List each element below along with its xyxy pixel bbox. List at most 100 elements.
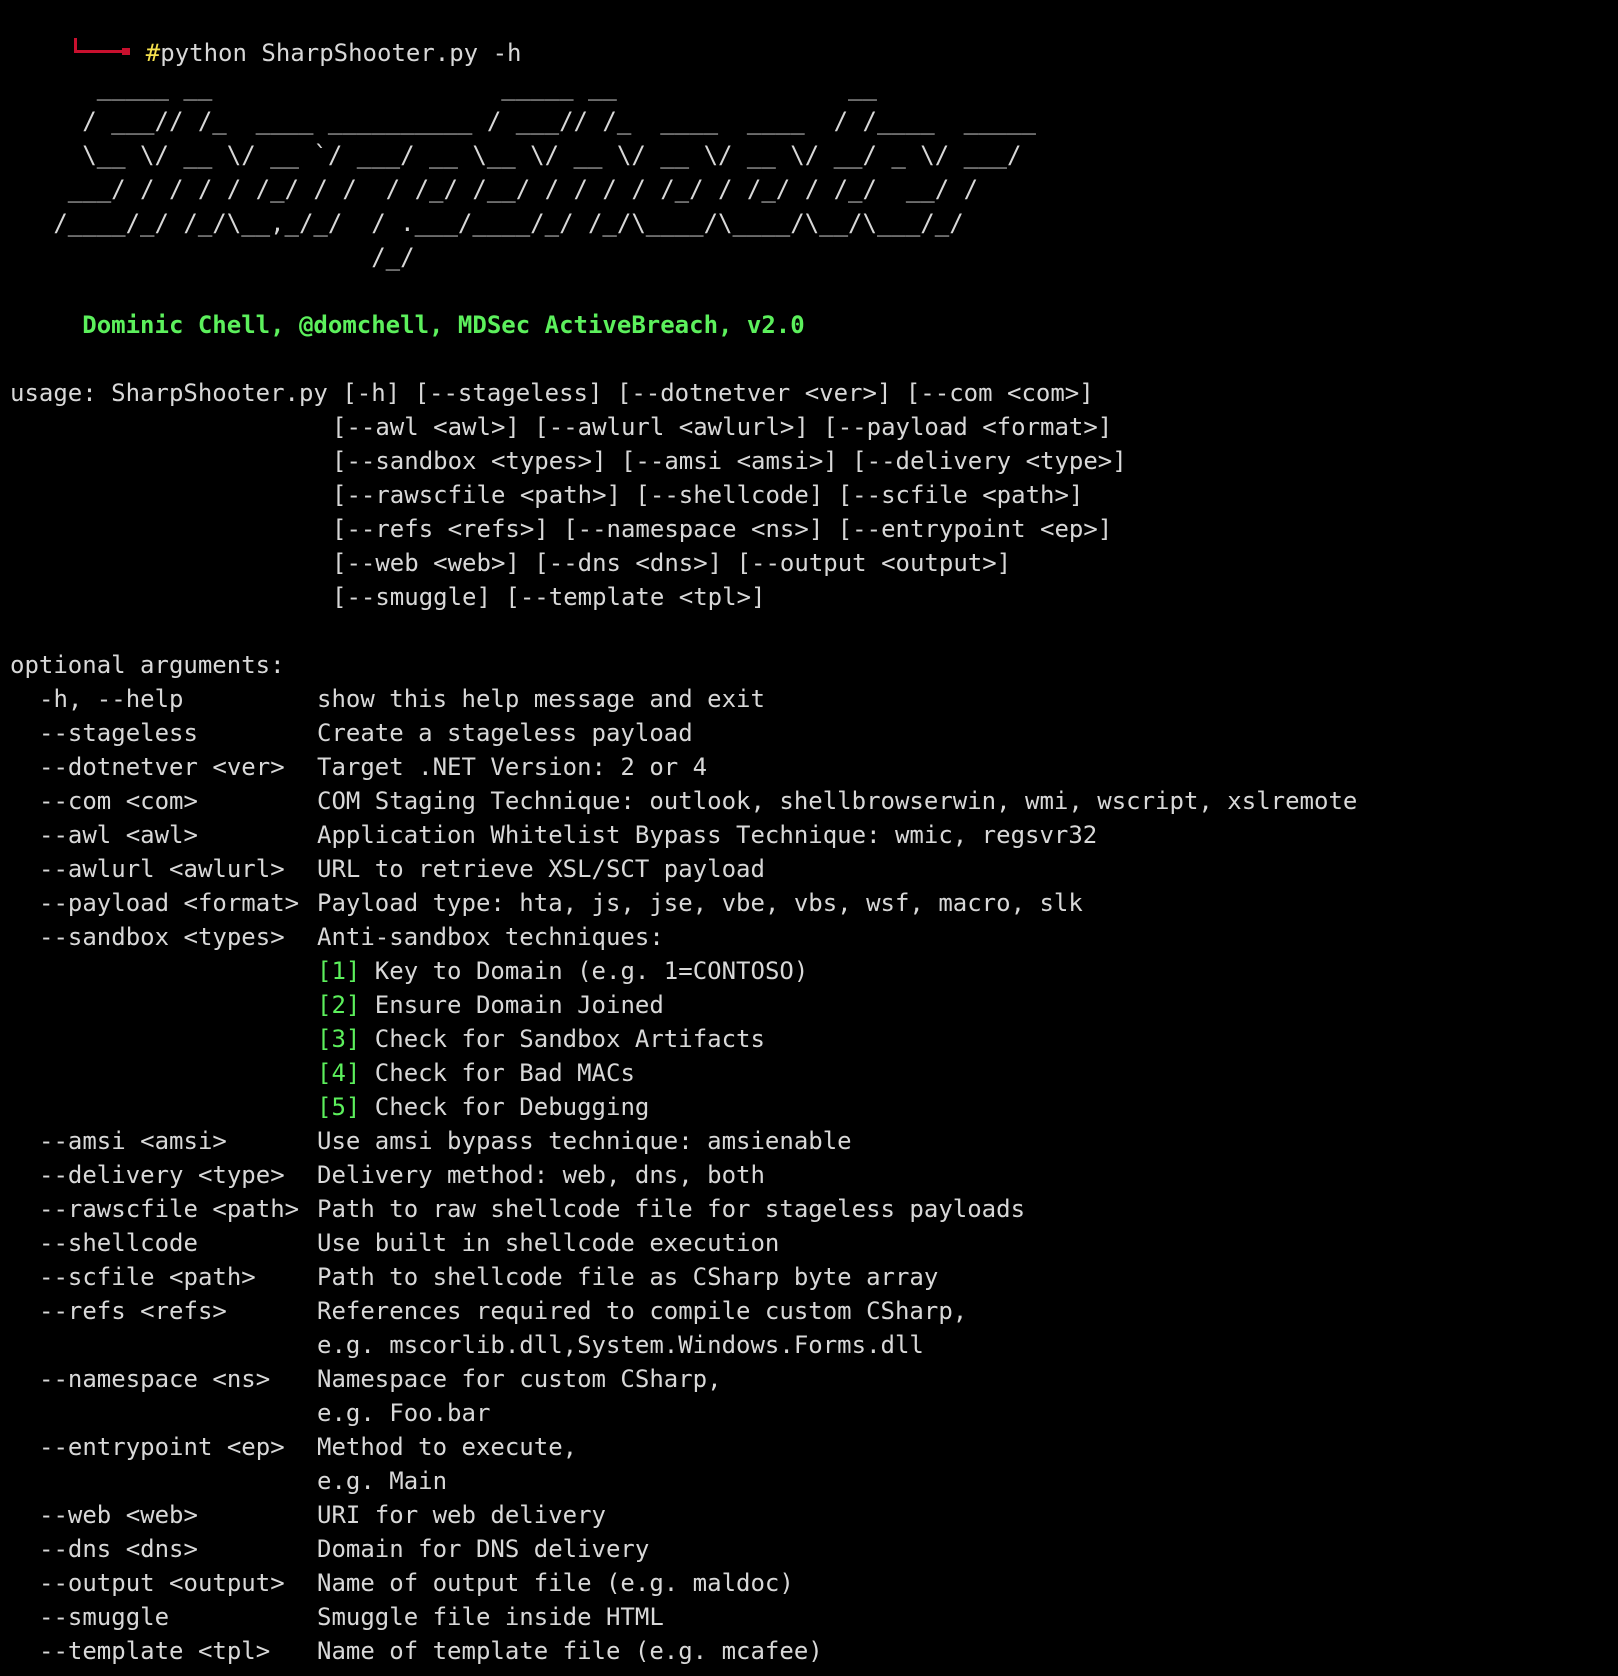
- sandbox-technique: [1] Key to Domain (e.g. 1=CONTOSO): [10, 954, 1618, 988]
- sandbox-technique-text: Key to Domain (e.g. 1=CONTOSO): [360, 957, 809, 985]
- option-flag: --awl <awl>: [39, 821, 198, 849]
- option-description: Path to raw shellcode file for stageless…: [317, 1195, 1026, 1223]
- sandbox-technique-number: [3]: [317, 1025, 361, 1053]
- options-list: -h, --help show this help message and exi…: [10, 682, 1618, 1668]
- sandbox-technique-text: Check for Bad MACs: [360, 1059, 635, 1087]
- banner-line: _____ __ _____ __ __: [10, 73, 877, 101]
- command-prompt-line: #python SharpShooter.py -h: [10, 2, 1618, 67]
- sandbox-technique: [3] Check for Sandbox Artifacts: [10, 1022, 1618, 1056]
- option-flag: --payload <format>: [39, 889, 300, 917]
- option-flag: --stageless: [39, 719, 198, 747]
- command-text: python SharpShooter.py -h: [160, 39, 522, 67]
- option-flag: --entrypoint <ep>: [39, 1433, 285, 1461]
- option-rawscfile: --rawscfile <path> Path to raw shellcode …: [10, 1192, 1618, 1226]
- ascii-banner: _____ __ _____ __ __ / ___// /_ ____ ___…: [10, 70, 1618, 274]
- option-dotnetver: --dotnetver <ver> Target .NET Version: 2 …: [10, 750, 1618, 784]
- option-description: Domain for DNS delivery: [317, 1535, 650, 1563]
- author-credit: Dominic Chell, @domchell, MDSec ActiveBr…: [10, 311, 805, 339]
- sandbox-technique-text: Ensure Domain Joined: [360, 991, 664, 1019]
- option-dns: --dns <dns> Domain for DNS delivery: [10, 1532, 1618, 1566]
- option-flag: --template <tpl>: [39, 1637, 271, 1665]
- option-description: Use amsi bypass technique: amsienable: [317, 1127, 852, 1155]
- option-awl: --awl <awl> Application Whitelist Bypass …: [10, 818, 1618, 852]
- option-awlurl: --awlurl <awlurl> URL to retrieve XSL/SCT…: [10, 852, 1618, 886]
- banner-line: / ___// /_ ____ __________ / ___// /_ __…: [10, 107, 1036, 135]
- option-description: Name of output file (e.g. maldoc): [317, 1569, 794, 1597]
- option-flag: --delivery <type>: [39, 1161, 285, 1189]
- option-description: Path to shellcode file as CSharp byte ar…: [317, 1263, 939, 1291]
- sandbox-technique: [5] Check for Debugging: [10, 1090, 1618, 1124]
- option-smuggle: --smuggle Smuggle file inside HTML: [10, 1600, 1618, 1634]
- prompt-hash: #: [145, 39, 161, 67]
- option-description: Method to execute,: [317, 1433, 578, 1461]
- banner-line: ___/ / / / / /_/ / / / /_/ /__/ / / / / …: [10, 175, 979, 203]
- option-template: --template <tpl> Name of template file (e…: [10, 1634, 1618, 1668]
- usage-continuation: [--refs <refs>] [--namespace <ns>] [--en…: [332, 515, 1113, 543]
- usage-continuation: [--sandbox <types>] [--amsi <amsi>] [--d…: [332, 447, 1127, 475]
- option-description: Anti-sandbox techniques:: [317, 923, 664, 951]
- option-stageless: --stageless Create a stageless payload: [10, 716, 1618, 750]
- sandbox-technique-text: Check for Sandbox Artifacts: [360, 1025, 765, 1053]
- option-description: Namespace for custom CSharp,: [317, 1365, 722, 1393]
- option-description-continuation: e.g. Main: [317, 1467, 448, 1495]
- prompt-arrow-icon: [73, 36, 132, 56]
- option-description: URL to retrieve XSL/SCT payload: [317, 855, 765, 883]
- option-scfile: --scfile <path> Path to shellcode file as…: [10, 1260, 1618, 1294]
- option-description: show this help message and exit: [317, 685, 765, 713]
- option-help: -h, --help show this help message and exi…: [10, 682, 1618, 716]
- option-flag: --refs <refs>: [39, 1297, 227, 1325]
- option-description: Name of template file (e.g. mcafee): [317, 1637, 823, 1665]
- option-flag: --com <com>: [39, 787, 198, 815]
- option-flag: --scfile <path>: [39, 1263, 256, 1291]
- option-output: --output <output> Name of output file (e.…: [10, 1566, 1618, 1600]
- option-description-continuation: e.g. Foo.bar: [317, 1399, 491, 1427]
- sandbox-technique-number: [1]: [317, 957, 361, 985]
- usage-continuation: [--smuggle] [--template <tpl>]: [332, 583, 766, 611]
- option-sandbox: --sandbox <types> Anti-sandbox techniques…: [10, 920, 1618, 954]
- option-flag: --amsi <amsi>: [39, 1127, 227, 1155]
- option-flag: --smuggle: [39, 1603, 170, 1631]
- option-description: URI for web delivery: [317, 1501, 606, 1529]
- option-description: Use built in shellcode execution: [317, 1229, 780, 1257]
- sandbox-technique: [4] Check for Bad MACs: [10, 1056, 1618, 1090]
- option-flag: --awlurl <awlurl>: [39, 855, 285, 883]
- sandbox-technique: [2] Ensure Domain Joined: [10, 988, 1618, 1022]
- usage-continuation: [--rawscfile <path>] [--shellcode] [--sc…: [332, 481, 1084, 509]
- option-description-continuation: e.g. mscorlib.dll,System.Windows.Forms.d…: [317, 1331, 924, 1359]
- option-flag: --shellcode: [39, 1229, 198, 1257]
- option-flag: --output <output>: [39, 1569, 285, 1597]
- terminal-window[interactable]: #python SharpShooter.py -h _____ __ ____…: [0, 0, 1618, 1676]
- option-amsi: --amsi <amsi> Use amsi bypass technique: …: [10, 1124, 1618, 1158]
- option-flag: --web <web>: [39, 1501, 198, 1529]
- option-delivery: --delivery <type> Delivery method: web, d…: [10, 1158, 1618, 1192]
- option-flag: --dotnetver <ver>: [39, 753, 285, 781]
- option-flag: --rawscfile <path>: [39, 1195, 300, 1223]
- option-web: --web <web> URI for web delivery: [10, 1498, 1618, 1532]
- optional-arguments-heading: optional arguments:: [10, 651, 285, 679]
- option-description: References required to compile custom CS…: [317, 1297, 968, 1325]
- option-flag: -h, --help: [39, 685, 184, 713]
- banner-line: /____/_/ /_/\__,_/_/ / .___/____/_/ /_/\…: [10, 209, 964, 237]
- option-flag: --namespace <ns>: [39, 1365, 271, 1393]
- option-refs: --refs <refs> References required to comp…: [10, 1294, 1618, 1328]
- sandbox-technique-number: [2]: [317, 991, 361, 1019]
- banner-line: /_/: [10, 243, 415, 271]
- usage-line: usage: SharpShooter.py [-h] [--stageless…: [10, 379, 1094, 407]
- option-flag: --sandbox <types>: [39, 923, 285, 951]
- option-description: COM Staging Technique: outlook, shellbro…: [317, 787, 1358, 815]
- option-description: Smuggle file inside HTML: [317, 1603, 664, 1631]
- option-namespace: --namespace <ns> Namespace for custom CSh…: [10, 1362, 1618, 1396]
- option-description: Target .NET Version: 2 or 4: [317, 753, 708, 781]
- usage-continuation: [--awl <awl>] [--awlurl <awlurl>] [--pay…: [332, 413, 1113, 441]
- option-entrypoint: --entrypoint <ep> Method to execute,: [10, 1430, 1618, 1464]
- option-description: Delivery method: web, dns, both: [317, 1161, 765, 1189]
- usage-block: usage: SharpShooter.py [-h] [--stageless…: [10, 376, 1618, 614]
- option-flag: --dns <dns>: [39, 1535, 198, 1563]
- option-com: --com <com> COM Staging Technique: outloo…: [10, 784, 1618, 818]
- sandbox-technique-number: [5]: [317, 1093, 361, 1121]
- option-payload: --payload <format> Payload type: hta, js,…: [10, 886, 1618, 920]
- option-description: Payload type: hta, js, jse, vbe, vbs, ws…: [317, 889, 1083, 917]
